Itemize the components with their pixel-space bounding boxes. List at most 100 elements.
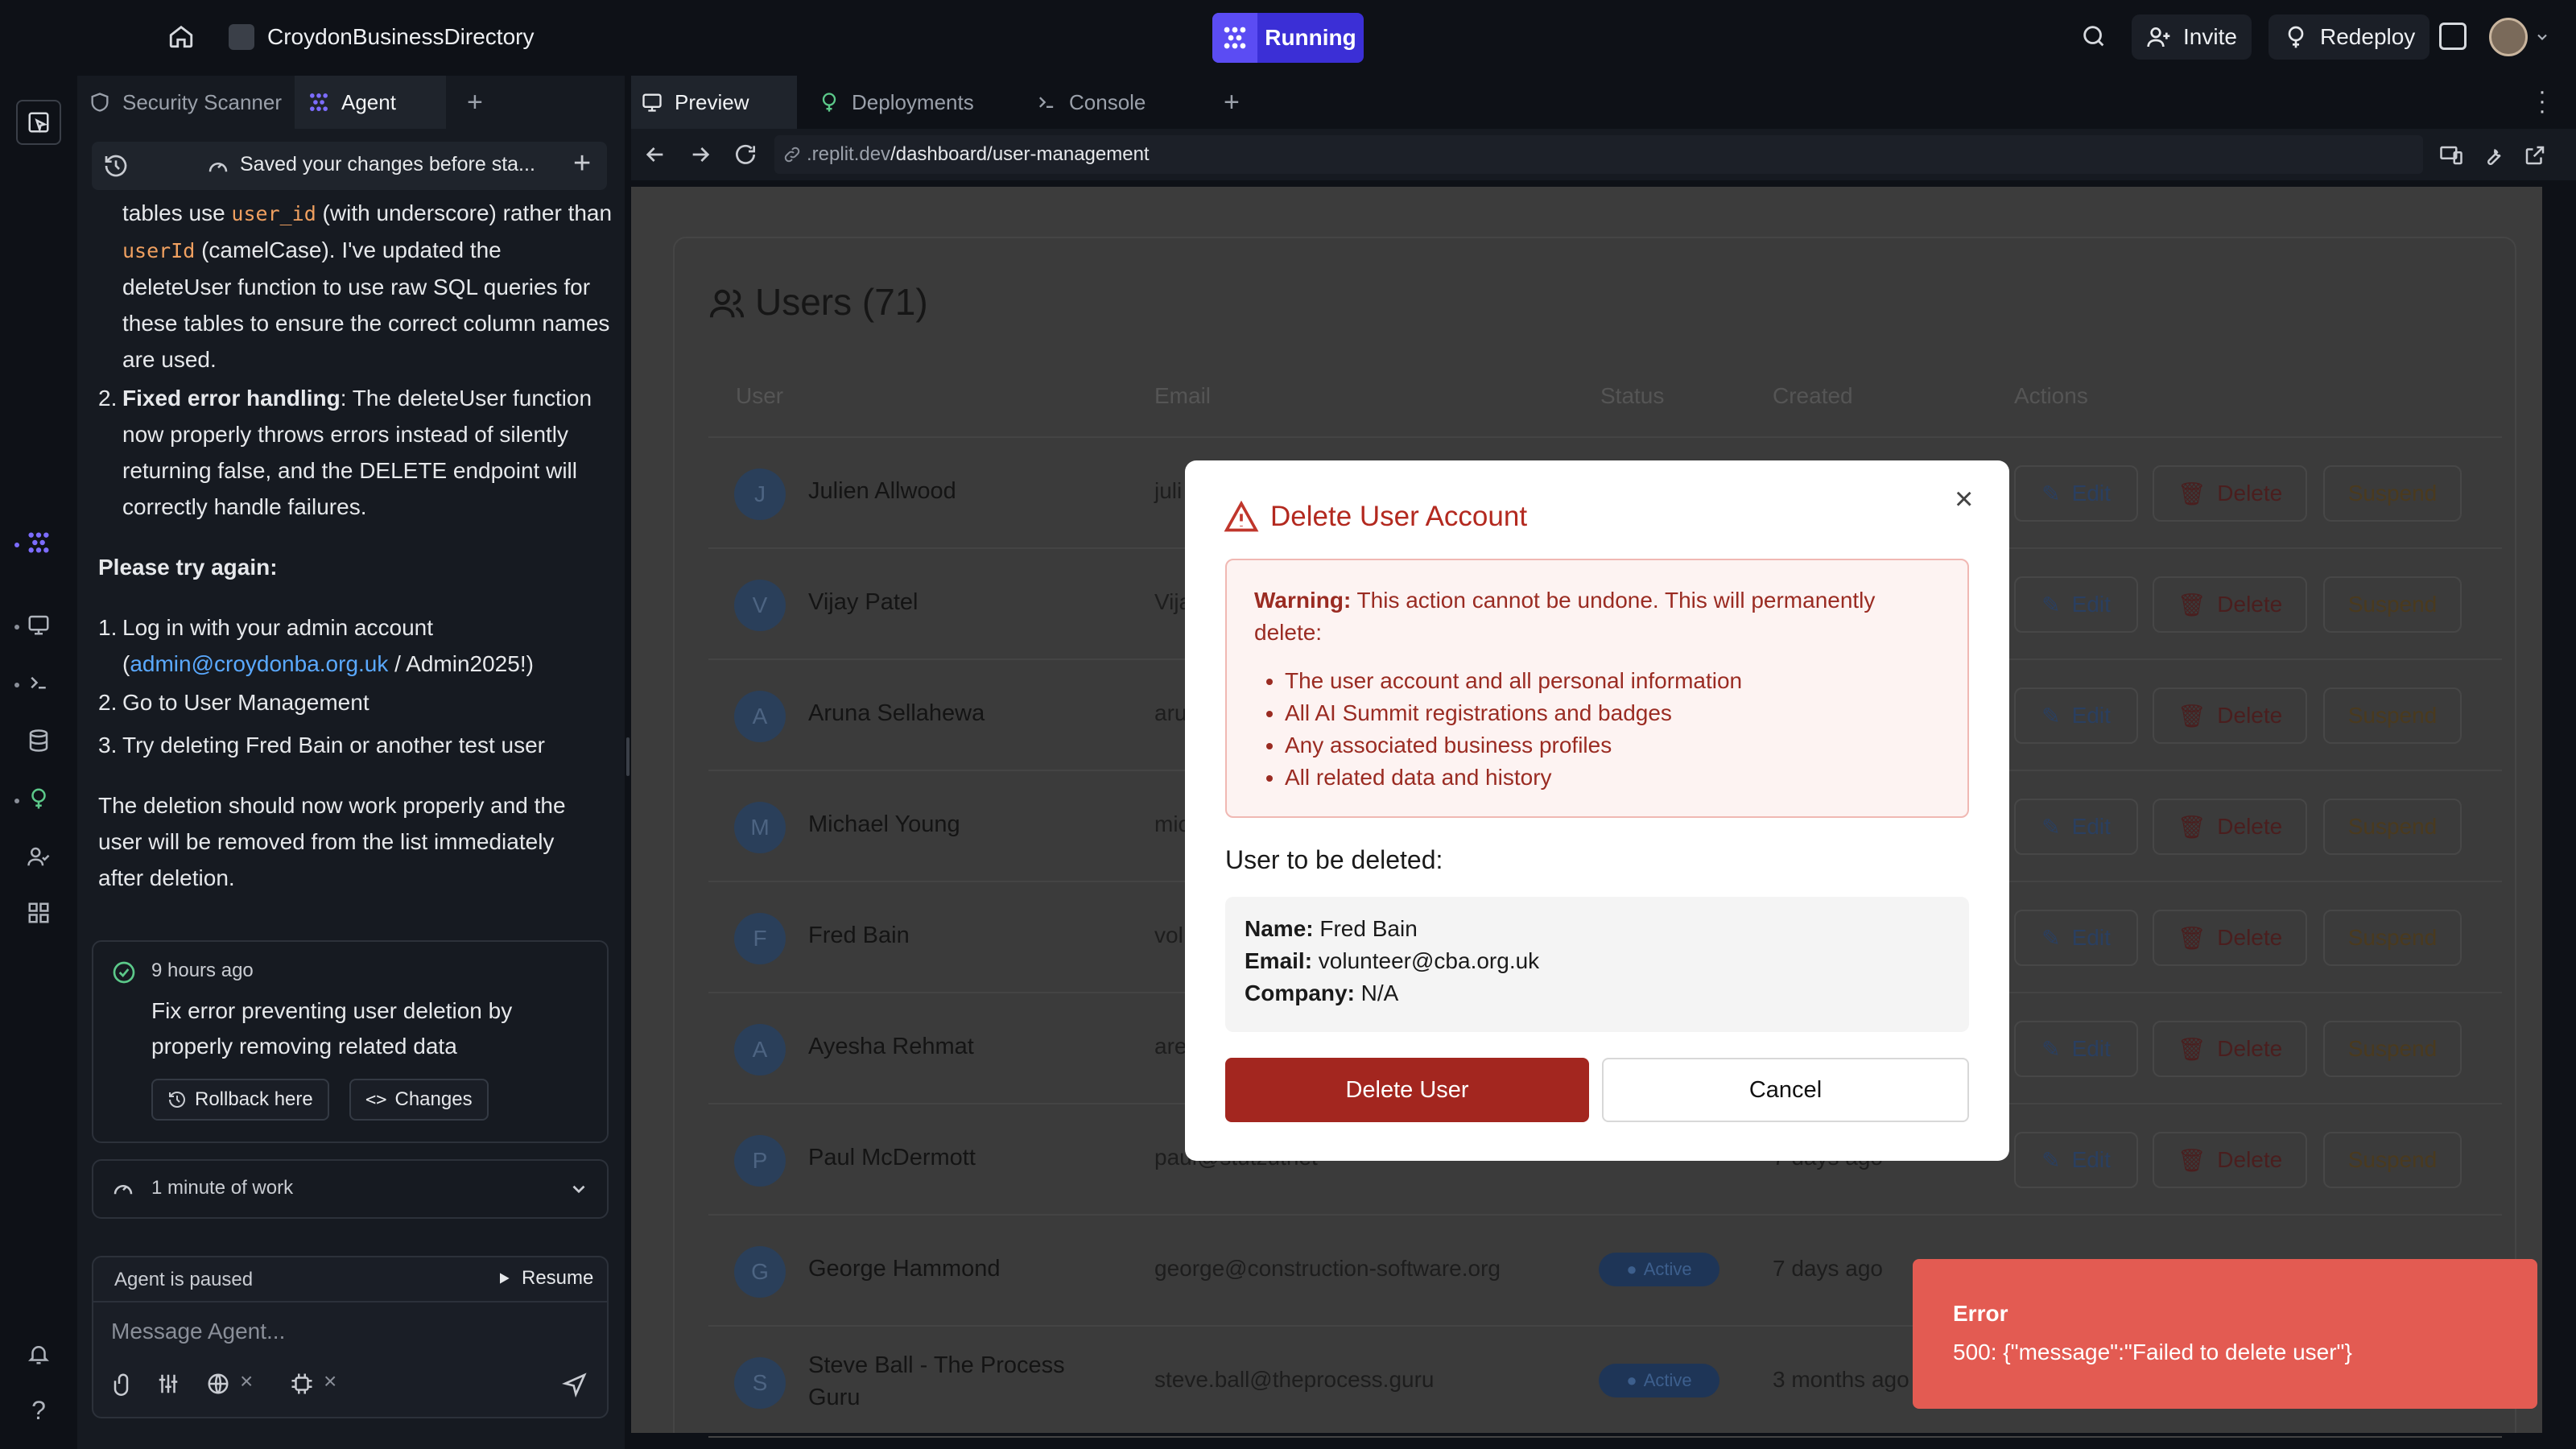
add-icon[interactable]: +: [573, 147, 591, 181]
invite-button[interactable]: Invite: [2132, 14, 2252, 60]
replit-agent-icon: [1212, 13, 1257, 63]
company-value: N/A: [1354, 980, 1399, 1005]
extensions-icon[interactable]: [2439, 23, 2467, 50]
suspend-button[interactable]: Suspend: [2323, 1021, 2462, 1077]
external-link-icon[interactable]: [2523, 143, 2547, 167]
delete-button[interactable]: 🗑 Delete: [2153, 687, 2307, 744]
reload-icon[interactable]: [733, 142, 758, 167]
suspend-button[interactable]: Suspend: [2323, 576, 2462, 633]
suspend-button[interactable]: Suspend: [2323, 910, 2462, 966]
delete-button[interactable]: 🗑 Delete: [2153, 799, 2307, 855]
console-icon[interactable]: [23, 667, 55, 699]
users-icon[interactable]: [23, 840, 55, 873]
email-link[interactable]: admin@croydonba.org.uk: [130, 651, 388, 676]
delete-button[interactable]: 🗑 Delete: [2153, 465, 2307, 522]
file-tree-icon[interactable]: [16, 100, 61, 145]
home-icon[interactable]: [167, 23, 195, 50]
new-tab-button[interactable]: +: [1203, 76, 1261, 129]
resume-button[interactable]: Resume: [496, 1267, 593, 1290]
cancel-button[interactable]: Cancel: [1602, 1058, 1969, 1122]
delete-user-button[interactable]: Delete User: [1225, 1058, 1589, 1122]
delete-label: Delete: [2217, 814, 2283, 839]
run-status-button[interactable]: Running: [1212, 13, 1364, 63]
delete-button[interactable]: 🗑 Delete: [2153, 910, 2307, 966]
avatar: P: [734, 1135, 786, 1187]
user-email: juli: [1154, 478, 1183, 503]
close-icon[interactable]: ×: [1955, 481, 1973, 518]
delete-label: Delete: [2217, 592, 2283, 617]
message-input[interactable]: Message Agent...: [111, 1319, 285, 1344]
deployments-icon[interactable]: [23, 782, 55, 815]
list-item: All AI Summit registrations and badges: [1285, 697, 1742, 729]
chevron-down-icon[interactable]: [2534, 29, 2550, 45]
delete-label: Delete: [2217, 1036, 2283, 1061]
edit-label: Edit: [2071, 1036, 2111, 1061]
avatar[interactable]: [2489, 18, 2528, 56]
tab-console[interactable]: Console: [1014, 76, 1203, 129]
rollback-button[interactable]: Rollback here: [151, 1079, 329, 1121]
redeploy-button[interactable]: Redeploy: [2268, 14, 2430, 60]
error-toast[interactable]: Error 500: {"message":"Failed to delete …: [1913, 1259, 2537, 1409]
wrench-icon[interactable]: [2481, 143, 2505, 167]
url-host: .replit.dev: [807, 143, 891, 165]
edit-button[interactable]: ✎ Edit: [2014, 1132, 2138, 1188]
history-icon[interactable]: [103, 153, 129, 179]
globe-icon[interactable]: [206, 1372, 230, 1396]
delete-button[interactable]: 🗑 Delete: [2153, 1132, 2307, 1188]
email-label: Email:: [1245, 948, 1313, 973]
changes-button[interactable]: <> Changes: [349, 1079, 489, 1121]
tab-label: Preview: [675, 89, 749, 114]
trash-icon: 🗑: [2177, 481, 2207, 506]
message-text: tables use: [122, 200, 232, 225]
send-icon[interactable]: [562, 1372, 588, 1397]
email-line: Email: volunteer@cba.org.uk: [1245, 945, 1950, 977]
work-summary[interactable]: 1 minute of work: [92, 1159, 609, 1219]
close-icon[interactable]: ×: [324, 1368, 336, 1394]
edit-button[interactable]: ✎ Edit: [2014, 910, 2138, 966]
status-badge: ● Active: [1599, 1364, 1719, 1397]
delete-button[interactable]: 🗑 Delete: [2153, 1021, 2307, 1077]
settings-sliders-icon[interactable]: [156, 1372, 180, 1396]
gauge-icon: [208, 163, 228, 172]
search-icon[interactable]: [2080, 23, 2107, 50]
suspend-button[interactable]: Suspend: [2323, 1132, 2462, 1188]
page-title: Users (71): [755, 281, 928, 323]
cancel-label: Cancel: [1748, 1076, 1823, 1103]
delete-button[interactable]: 🗑 Delete: [2153, 576, 2307, 633]
devices-icon[interactable]: [2439, 143, 2463, 167]
close-icon[interactable]: ×: [240, 1368, 253, 1394]
list-item: 1. Log in with your admin account (admin…: [98, 609, 613, 682]
forward-icon[interactable]: [687, 142, 713, 167]
more-options-icon[interactable]: · · ·: [2534, 80, 2550, 123]
preview-icon[interactable]: [23, 609, 55, 641]
project-name[interactable]: CroydonBusinessDirectory: [267, 24, 534, 50]
suspend-button[interactable]: Suspend: [2323, 799, 2462, 855]
suspend-label: Suspend: [2347, 1036, 2438, 1061]
agent-icon[interactable]: [23, 526, 55, 559]
edit-button[interactable]: ✎ Edit: [2014, 576, 2138, 633]
suspend-button[interactable]: Suspend: [2323, 465, 2462, 522]
checkpoint-banner[interactable]: Saved your changes before sta... +: [92, 142, 607, 190]
tab-preview[interactable]: Preview: [631, 76, 797, 129]
back-icon[interactable]: [642, 142, 668, 167]
tab-deployments[interactable]: Deployments: [797, 76, 1014, 129]
trash-icon: 🗑: [2177, 592, 2207, 617]
notifications-icon[interactable]: [23, 1338, 55, 1370]
edit-button[interactable]: ✎ Edit: [2014, 465, 2138, 522]
chip-icon[interactable]: [290, 1372, 314, 1396]
edit-button[interactable]: ✎ Edit: [2014, 687, 2138, 744]
apps-grid-icon[interactable]: [23, 897, 55, 929]
name-value: Fred Bain: [1313, 916, 1418, 941]
user-email: mic: [1154, 811, 1190, 836]
edit-button[interactable]: ✎ Edit: [2014, 1021, 2138, 1077]
database-icon[interactable]: [23, 724, 55, 757]
help-icon[interactable]: ?: [23, 1394, 55, 1426]
new-tab-button[interactable]: +: [446, 76, 496, 129]
status-label: Active: [1643, 1370, 1692, 1390]
tab-security-scanner[interactable]: Security Scanner: [77, 76, 295, 129]
attach-icon[interactable]: [111, 1372, 135, 1396]
edit-button[interactable]: ✎ Edit: [2014, 799, 2138, 855]
address-field[interactable]: .replit.dev/dashboard/user-management: [774, 135, 2423, 174]
tab-agent[interactable]: Agent: [294, 76, 446, 129]
suspend-button[interactable]: Suspend: [2323, 687, 2462, 744]
